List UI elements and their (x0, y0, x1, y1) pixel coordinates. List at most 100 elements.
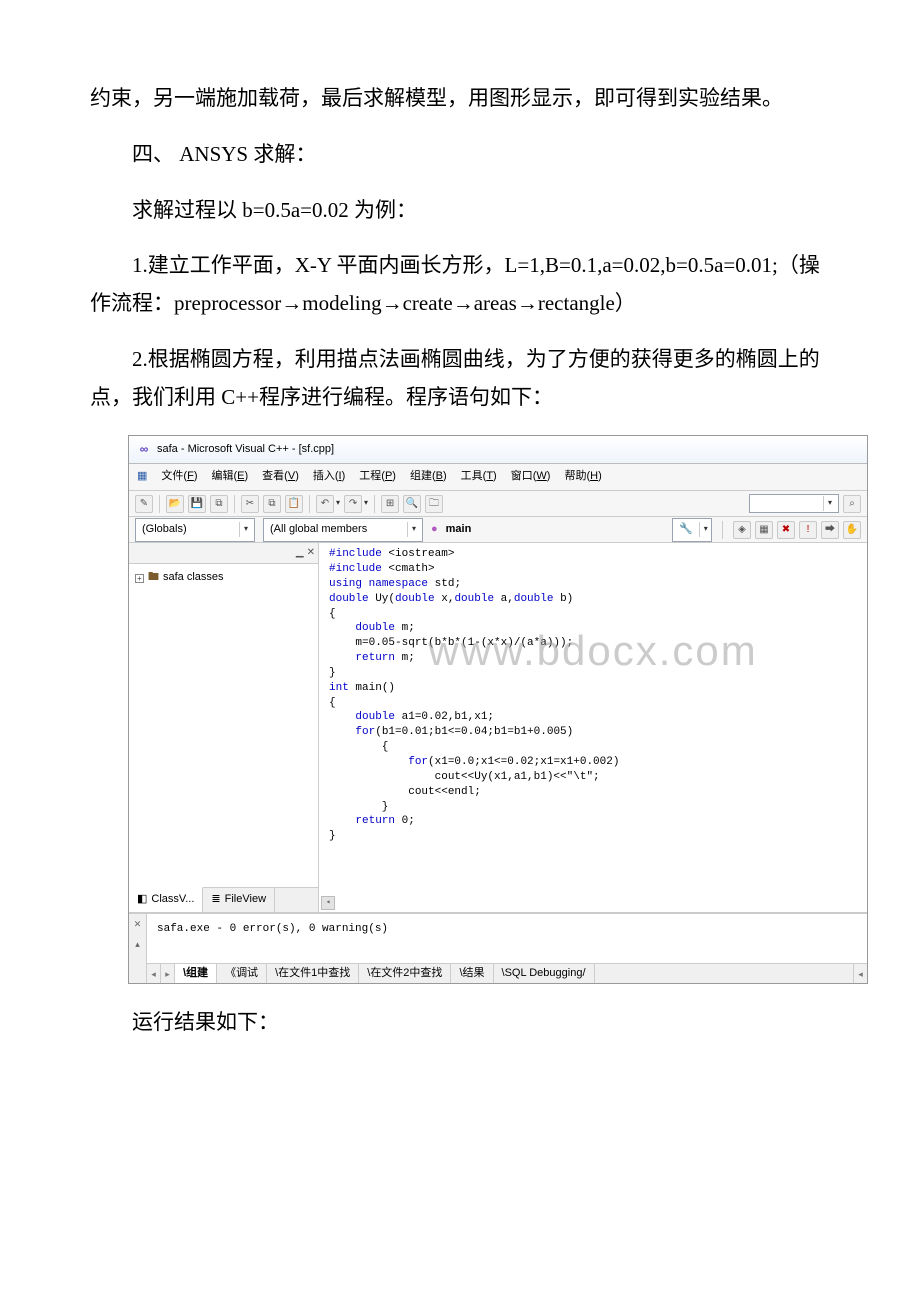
code-line: return 0; (329, 814, 857, 829)
function-icon: ● (431, 520, 438, 540)
tab-results[interactable]: \结果 (451, 964, 493, 983)
separator (309, 495, 310, 513)
paragraph-1: 约束，另一端施加载荷，最后求解模型，用图形显示，即可得到实验结果。 (90, 80, 830, 118)
menu-insert[interactable]: 插入(I) (313, 467, 345, 487)
tab-scroll-left-icon[interactable]: ◂ (147, 964, 161, 983)
pane-close-icon[interactable]: ✕ (307, 544, 315, 562)
tab-find2[interactable]: \在文件2中查找 (359, 964, 451, 983)
fileview-icon: ≣ (211, 890, 220, 910)
pane-pin-icon[interactable]: ▁ (296, 544, 304, 562)
code-line: cout<<endl; (329, 785, 857, 800)
stop-build-button[interactable]: ✖ (777, 521, 795, 539)
toolbar: ✎ 📂 💾 ⧉ ✂ ⧉ 📋 ↶▾ ↷▾ ⊞ 🔍 🗀 ▾ ⌕ (129, 491, 867, 517)
menu-edit[interactable]: 编辑(E) (211, 467, 248, 487)
menu-window[interactable]: 窗口(W) (511, 467, 551, 487)
execute-button[interactable]: ! (799, 521, 817, 539)
paragraph-6: 运行结果如下： (90, 1004, 830, 1042)
app-icon: ∞ (137, 442, 151, 456)
output-scroll-up-icon[interactable]: ▴ (135, 936, 140, 952)
new-button[interactable]: ✎ (135, 495, 153, 513)
save-button[interactable]: 💾 (188, 495, 206, 513)
find-files-button[interactable]: 🗀 (425, 495, 443, 513)
menu-build[interactable]: 组建(B) (410, 467, 447, 487)
tree-root-label: safa classes (163, 568, 224, 588)
separator (234, 495, 235, 513)
paste-button[interactable]: 📋 (285, 495, 303, 513)
config-combo[interactable]: ▾ (749, 494, 839, 512)
output-text: safa.exe - 0 error(s), 0 warning(s) (147, 914, 867, 963)
code-line: int main() (329, 681, 857, 696)
code-line: cout<<Uy(x1,a1,b1)<<"\t"; (329, 770, 857, 785)
paragraph-4: 1.建立工作平面，X-Y 平面内画长方形，L=1,B=0.1,a=0.02,b=… (90, 247, 830, 323)
build-button[interactable]: ▦ (755, 521, 773, 539)
hscroll-left-icon[interactable]: ◂ (853, 964, 867, 983)
tab-find1[interactable]: \在文件1中查找 (267, 964, 359, 983)
code-editor[interactable]: #include <iostream>#include <cmath>using… (319, 543, 867, 912)
open-button[interactable]: 📂 (166, 495, 184, 513)
code-line: double m; (329, 621, 857, 636)
code-line: for(x1=0.0;x1<=0.02;x1=x1+0.002) (329, 755, 857, 770)
code-line: } (329, 829, 857, 844)
copy-button[interactable]: ⧉ (263, 495, 281, 513)
code-line: { (329, 740, 857, 755)
code-line: #include <cmath> (329, 562, 857, 577)
output-gutter: ✕ ▴ (129, 914, 147, 983)
tab-build[interactable]: \组建 (175, 964, 217, 983)
tree-root-row[interactable]: + 🖿 safa classes (135, 568, 312, 588)
ide-screenshot: ∞ safa - Microsoft Visual C++ - [sf.cpp]… (128, 435, 868, 985)
function-label: main (446, 520, 472, 540)
tab-sql[interactable]: \SQL Debugging / (494, 964, 595, 983)
code-line: for(b1=0.01;b1<=0.04;b1=b1+0.005) (329, 725, 857, 740)
undo-button[interactable]: ↶▾ (316, 495, 340, 513)
tab-debug[interactable]: 《调试 (217, 964, 267, 983)
go-button[interactable]: ⌕ (843, 495, 861, 513)
code-line: return m; (329, 651, 857, 666)
redo-button[interactable]: ↷▾ (344, 495, 368, 513)
window-title: safa - Microsoft Visual C++ - [sf.cpp] (157, 440, 334, 460)
classview-icon: ◧ (137, 890, 147, 910)
paragraph-5: 2.根据椭圆方程，利用描点法画椭圆曲线，为了方便的获得更多的椭圆上的点，我们利用… (90, 341, 830, 417)
title-bar: ∞ safa - Microsoft Visual C++ - [sf.cpp] (129, 436, 867, 465)
close-output-icon[interactable]: ✕ (134, 916, 142, 932)
compile-button[interactable]: ◈ (733, 521, 751, 539)
code-line: { (329, 696, 857, 711)
menu-view[interactable]: 查看(V) (262, 467, 299, 487)
menu-tools[interactable]: 工具(T) (461, 467, 497, 487)
workspace-button[interactable]: ⊞ (381, 495, 399, 513)
separator (159, 495, 160, 513)
paragraph-2: 四、 ANSYS 求解： (90, 136, 830, 174)
expand-icon[interactable]: + (135, 574, 144, 583)
separator (722, 521, 723, 539)
go-debug-button[interactable]: ⮕ (821, 521, 839, 539)
cut-button[interactable]: ✂ (241, 495, 259, 513)
menu-file[interactable]: 文件(F) (161, 467, 197, 487)
paragraph-3: 求解过程以 b=0.5a=0.02 为例： (90, 192, 830, 230)
code-line: } (329, 666, 857, 681)
tab-fileview[interactable]: ≣ FileView (203, 888, 275, 912)
members-bar: (Globals)▾ (All global members▾ ● main 🔧… (129, 517, 867, 543)
splitter-handle[interactable]: ◂ (321, 896, 335, 910)
menu-bar: ▦ 文件(F) 编辑(E) 查看(V) 插入(I) 工程(P) 组建(B) 工具… (129, 464, 867, 491)
tab-classview[interactable]: ◧ ClassV... (129, 887, 203, 912)
separator (374, 495, 375, 513)
class-tree[interactable]: + 🖿 safa classes (129, 564, 318, 887)
members-combo[interactable]: (All global members▾ (263, 518, 423, 542)
code-line: { (329, 607, 857, 622)
output-pane: ✕ ▴ safa.exe - 0 error(s), 0 warning(s) … (129, 913, 867, 983)
code-line: m=0.05-sqrt(b*b*(1-(x*x)/(a*a))); (329, 636, 857, 651)
tab-scroll-right-icon[interactable]: ▸ (161, 964, 175, 983)
menu-help[interactable]: 帮助(H) (564, 467, 601, 487)
output-tabs: ◂ ▸ \组建 《调试 \在文件1中查找 \在文件2中查找 \结果 \SQL D… (147, 963, 867, 983)
pane-header: ▁ ✕ (129, 543, 318, 564)
save-all-button[interactable]: ⧉ (210, 495, 228, 513)
main-area: ▁ ✕ + 🖿 safa classes ◧ ClassV... ≣ FileV… (129, 543, 867, 913)
find-button[interactable]: 🔍 (403, 495, 421, 513)
menu-project[interactable]: 工程(P) (359, 467, 396, 487)
code-line: double a1=0.02,b1,x1; (329, 710, 857, 725)
workspace-tabs: ◧ ClassV... ≣ FileView (129, 887, 318, 912)
scope-combo[interactable]: (Globals)▾ (135, 518, 255, 542)
wizard-combo[interactable]: 🔧▾ (672, 518, 712, 542)
folder-icon: 🖿 (148, 568, 159, 588)
breakpoint-button[interactable]: ✋ (843, 521, 861, 539)
code-line: #include <iostream> (329, 547, 857, 562)
